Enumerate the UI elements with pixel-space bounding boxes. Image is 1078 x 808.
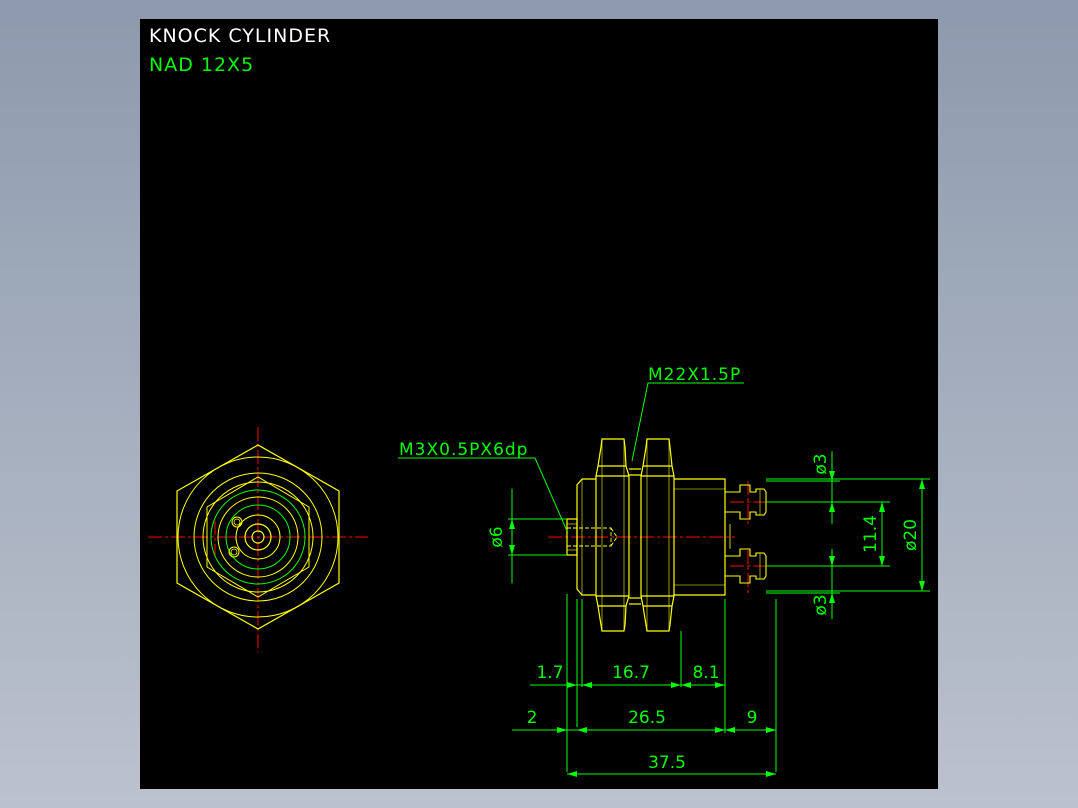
cad-viewport[interactable]: KNOCK CYLINDER NAD 12X5 M22X1.5P M3X0.5P… (140, 19, 938, 789)
front-view (148, 427, 368, 652)
callout-thread-tap: M3X0.5PX6dp (399, 440, 528, 460)
dim-26-5: 26.5 (628, 708, 666, 728)
dim-phi6: ø6 (487, 526, 507, 547)
dim-9: 9 (747, 708, 758, 728)
dim-16-7: 16.7 (612, 663, 650, 683)
dim-phi3-bottom: ø3 (811, 594, 831, 615)
dim-8-1: 8.1 (692, 663, 719, 683)
title-line-1: KNOCK CYLINDER (149, 25, 331, 47)
air-port-circle (228, 546, 240, 558)
dim-phi20: ø20 (901, 519, 921, 551)
air-port-circle (231, 516, 243, 528)
callout-leader-thread-tap (398, 457, 568, 532)
callout-leader-thread-main (631, 382, 744, 462)
dim-phi3-top: ø3 (811, 453, 831, 474)
rear-nut (595, 438, 630, 632)
front-nut (640, 438, 675, 632)
front-view-centerlines (148, 427, 368, 652)
dimension-labels: M22X1.5P M3X0.5PX6dp ø6 ø3 ø3 11.4 ø20 1… (399, 365, 921, 773)
hose-fitting-top (725, 484, 767, 549)
title-line-2: NAD 12X5 (149, 54, 254, 76)
cad-drawing: KNOCK CYLINDER NAD 12X5 M22X1.5P M3X0.5P… (148, 25, 930, 777)
dim-1-7: 1.7 (536, 663, 563, 683)
callout-thread-main: M22X1.5P (648, 365, 741, 385)
side-view (548, 438, 800, 632)
dim-11-4: 11.4 (861, 515, 881, 553)
dim-2: 2 (527, 708, 538, 728)
dim-37-5: 37.5 (648, 753, 686, 773)
